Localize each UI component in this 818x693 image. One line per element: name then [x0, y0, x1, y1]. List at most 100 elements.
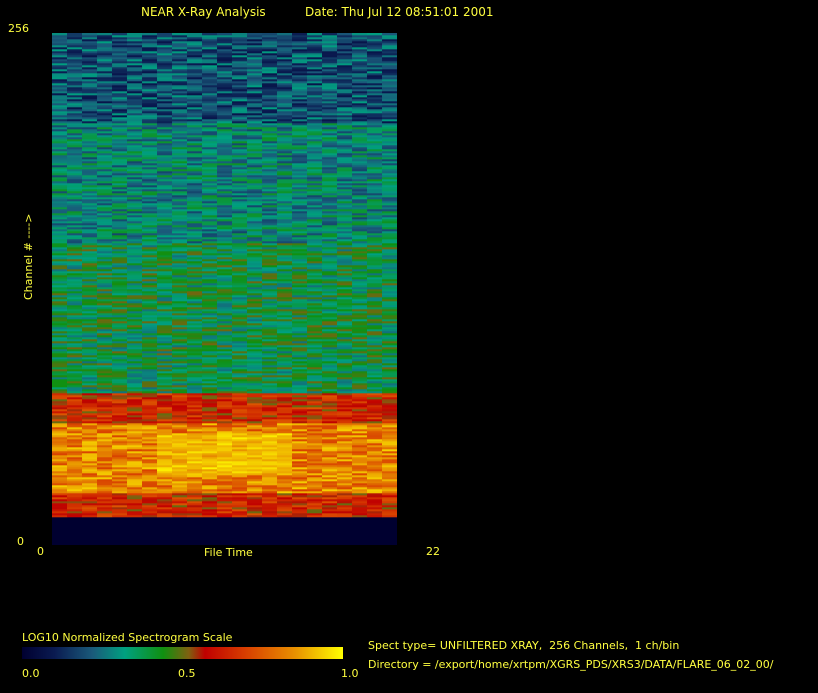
heatmap-cell: [82, 383, 98, 386]
heatmap-cell: [172, 107, 188, 110]
heatmap-cell: [52, 199, 68, 202]
heatmap-cell: [172, 385, 188, 388]
heatmap-cell: [217, 513, 233, 516]
heatmap-cell: [382, 299, 397, 302]
heatmap-cell: [82, 169, 98, 172]
heatmap-cell: [67, 401, 83, 404]
heatmap-cell: [97, 497, 113, 500]
heatmap-cell: [382, 355, 397, 358]
heatmap-cell: [382, 205, 397, 208]
heatmap-cell: [82, 363, 98, 366]
heatmap-cell: [187, 307, 203, 310]
heatmap-cell: [52, 201, 68, 204]
heatmap-cell: [82, 323, 98, 326]
heatmap-cell: [307, 511, 323, 514]
heatmap-cell: [157, 503, 173, 506]
heatmap-cell: [97, 407, 113, 410]
heatmap-cell: [232, 355, 248, 358]
heatmap-cell: [67, 295, 83, 298]
heatmap-cell: [97, 199, 113, 202]
heatmap-cell: [382, 235, 397, 238]
heatmap-cell: [172, 305, 188, 308]
heatmap-cell: [142, 219, 158, 222]
heatmap-cell: [172, 511, 188, 514]
heatmap-cell: [307, 453, 323, 456]
heatmap-cell: [367, 407, 383, 410]
heatmap-cell: [52, 393, 68, 396]
heatmap-cell: [142, 365, 158, 368]
heatmap-cell: [247, 221, 263, 224]
heatmap-cell: [307, 305, 323, 308]
heatmap-cell: [142, 427, 158, 430]
heatmap-cell: [187, 135, 203, 138]
heatmap-cell: [202, 313, 218, 316]
heatmap-cell: [142, 311, 158, 314]
heatmap-cell: [352, 163, 368, 166]
heatmap-cell: [217, 311, 233, 314]
heatmap-cell: [82, 281, 98, 284]
heatmap-cell: [277, 125, 293, 128]
heatmap-cell: [82, 397, 98, 400]
heatmap-cell: [172, 335, 188, 338]
heatmap-cell: [97, 281, 113, 284]
heatmap-cell: [67, 255, 83, 258]
heatmap-cell: [292, 461, 308, 464]
heatmap-cell: [277, 371, 293, 374]
heatmap-cell: [337, 309, 353, 312]
x-tick-min: 0: [37, 545, 44, 558]
heatmap-cell: [262, 501, 278, 504]
heatmap-cell: [97, 439, 113, 442]
heatmap-cell: [262, 461, 278, 464]
heatmap-cell: [97, 195, 113, 198]
heatmap-cell: [112, 241, 128, 244]
heatmap-cell: [277, 261, 293, 264]
heatmap-cell: [187, 83, 203, 86]
heatmap-cell: [277, 99, 293, 102]
heatmap-cell: [382, 95, 397, 98]
heatmap-cell: [127, 253, 143, 256]
heatmap-cell: [337, 441, 353, 444]
heatmap-cell: [337, 241, 353, 244]
heatmap-cell: [367, 101, 383, 104]
heatmap-cell: [187, 179, 203, 182]
heatmap-cell: [112, 497, 128, 500]
heatmap-cell: [142, 121, 158, 124]
heatmap-cell: [337, 281, 353, 284]
heatmap-cell: [367, 441, 383, 444]
heatmap-cell: [172, 247, 188, 250]
heatmap-cell: [262, 409, 278, 412]
heatmap-cell: [112, 475, 128, 478]
heatmap-cell: [82, 249, 98, 252]
heatmap-cell: [112, 271, 128, 274]
heatmap-cell: [307, 291, 323, 294]
heatmap-cell: [127, 413, 143, 416]
heatmap-cell: [217, 119, 233, 122]
heatmap-cell: [247, 377, 263, 380]
heatmap-cell: [82, 115, 98, 118]
heatmap-cell: [187, 339, 203, 342]
heatmap-cell: [307, 391, 323, 394]
heatmap-cell: [217, 281, 233, 284]
heatmap-cell: [82, 223, 98, 226]
heatmap-cell: [262, 363, 278, 366]
heatmap-cell: [367, 321, 383, 324]
heatmap-cell: [52, 291, 68, 294]
heatmap-cell: [142, 347, 158, 350]
heatmap-cell: [247, 271, 263, 274]
heatmap-cell: [157, 423, 173, 426]
heatmap-cell: [217, 287, 233, 290]
heatmap-cell: [277, 477, 293, 480]
heatmap-cell: [337, 125, 353, 128]
heatmap-cell: [172, 407, 188, 410]
heatmap-cell: [172, 287, 188, 290]
heatmap-cell: [202, 261, 218, 264]
heatmap-cell: [187, 469, 203, 472]
heatmap-cell: [112, 257, 128, 260]
heatmap-cell: [367, 503, 383, 506]
heatmap-cell: [67, 243, 83, 246]
heatmap-cell: [352, 281, 368, 284]
heatmap-cell: [322, 193, 338, 196]
heatmap-cell: [97, 103, 113, 106]
heatmap-cell: [97, 363, 113, 366]
heatmap-cell: [277, 201, 293, 204]
